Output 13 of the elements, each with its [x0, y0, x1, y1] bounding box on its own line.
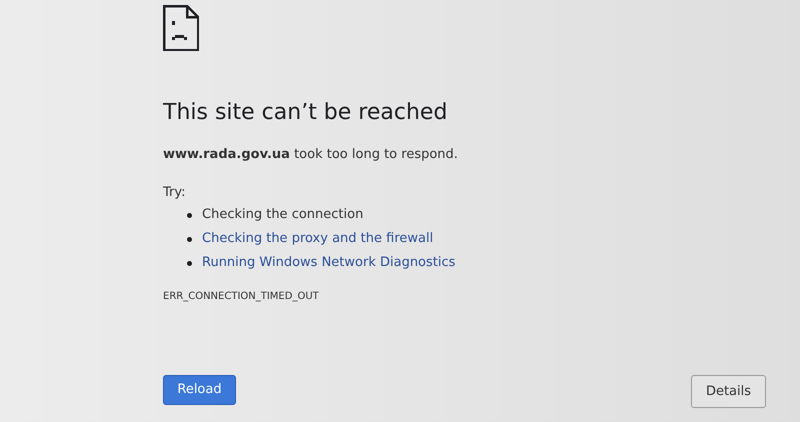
bullet-icon	[187, 236, 192, 242]
suggestion-link[interactable]: Checking the proxy and the firewall	[202, 230, 434, 248]
reload-button[interactable]: Reload	[163, 375, 236, 405]
bullet-icon	[187, 260, 192, 266]
error-message: www.rada.gov.ua took too long to respond.	[163, 146, 459, 164]
page-heading: This site can’t be reached	[163, 99, 448, 127]
suggestions-label: Try:	[163, 184, 187, 202]
sad-page-icon	[163, 5, 199, 51]
suggestion-text: Checking the connection	[202, 206, 364, 224]
error-code: ERR_CONNECTION_TIMED_OUT	[163, 290, 320, 304]
bullet-icon	[187, 212, 192, 218]
details-button[interactable]: Details	[691, 375, 766, 408]
suggestion-link[interactable]: Running Windows Network Diagnostics	[202, 254, 456, 272]
